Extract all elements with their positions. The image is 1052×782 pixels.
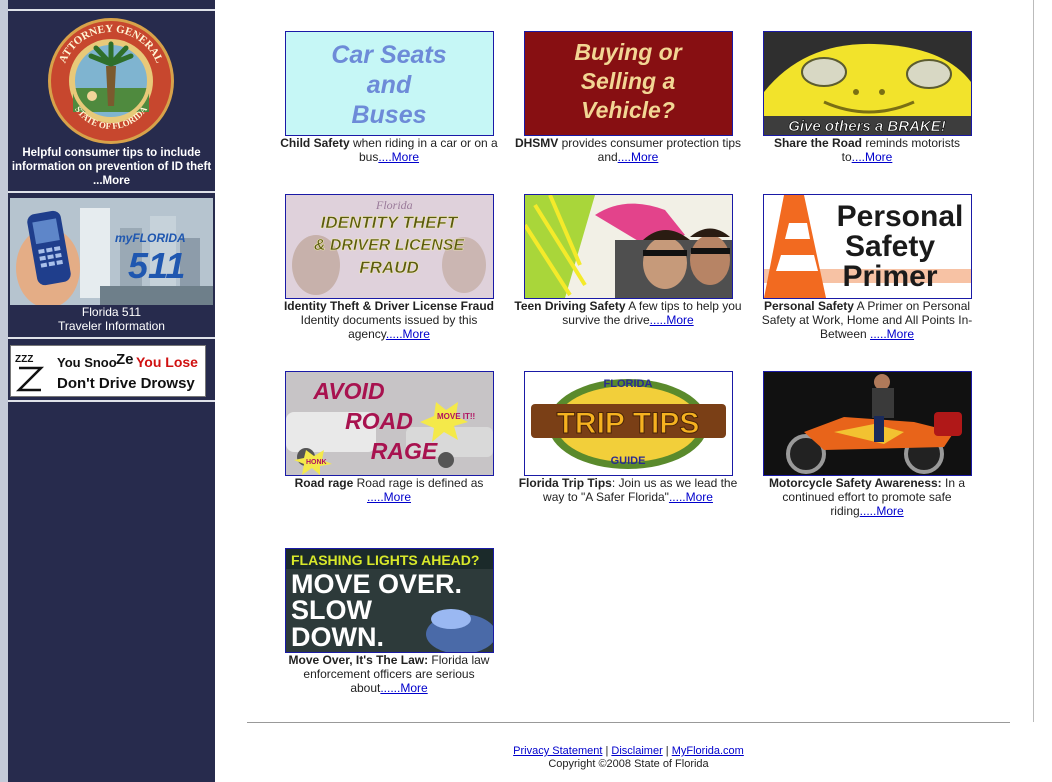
tile-text: DOWN. [291, 622, 384, 652]
tile-text: FRAUD [359, 258, 419, 277]
caption-text: Road rage is defined as [353, 476, 484, 490]
more-link-share-road[interactable]: ....More [852, 150, 893, 164]
tile-text: IDENTITY THEFT [321, 213, 459, 232]
caption-text: when riding in a car or on a bus [349, 136, 498, 164]
caption-share-road: Share the Road reminds motorists to....M… [752, 136, 982, 164]
more-link-trip-tips[interactable]: .....More [669, 490, 713, 504]
tile-small-text: HONK [306, 459, 327, 466]
privacy-statement-link[interactable]: Privacy Statement [513, 745, 602, 757]
ag-caption: Helpful consumer tips to include informa… [11, 147, 212, 173]
more-link-move-over[interactable]: ......More [380, 681, 427, 695]
sidebar-divider [8, 337, 215, 339]
caption-bold: Child Safety [280, 136, 350, 150]
sidebar-divider [8, 191, 215, 193]
caption-dhsmv: DHSMV provides consumer protection tips … [513, 136, 743, 164]
tile-teen-driving[interactable] [524, 194, 733, 299]
content-right-border [1033, 0, 1034, 722]
tile-text: ROAD [345, 408, 413, 434]
tile-text: TRIP TIPS [557, 407, 700, 440]
caption-motorcycle: Motorcycle Safety Awareness: In a contin… [752, 476, 982, 518]
caption-bold: DHSMV [514, 136, 559, 150]
tile-text: Buses [351, 101, 426, 129]
fl511-caption: Florida 511 Traveler Information [8, 305, 215, 333]
sidebar-divider [8, 400, 215, 402]
more-link-road-rage[interactable]: .....More [367, 490, 411, 504]
caption-trip-tips: Florida Trip Tips: Join us as we lead th… [513, 476, 743, 504]
caption-bold: Personal Safety [763, 299, 854, 313]
caption-bold: Teen Driving Safety [514, 299, 626, 313]
caption-teen-driving: Teen Driving Safety A few tips to help y… [513, 299, 743, 327]
tile-text: Buying or [574, 39, 682, 65]
caption-child-safety: Child Safety when riding in a car or on … [274, 136, 504, 164]
tile-small-text: Florida [375, 198, 413, 212]
tile-text: Give others a BRAKE! [788, 118, 946, 135]
snooze-line1-b: Ze [116, 351, 134, 368]
snooze-line2: Don't Drive Drowsy [57, 375, 195, 392]
tile-text: RAGE [371, 438, 438, 464]
fl511-number: 511 [128, 245, 185, 286]
tile-text: Personal [837, 200, 964, 233]
ag-caption-block: Helpful consumer tips to include informa… [8, 146, 215, 188]
tile-text: FLASHING LIGHTS AHEAD? [291, 552, 479, 568]
fl511-subtitle: Traveler Information [58, 319, 165, 333]
copyright: Copyright ©2008 State of Florida [548, 758, 709, 770]
tile-small-text: GUIDE [611, 455, 646, 467]
tile-small-text: MOVE IT!! [437, 412, 475, 421]
caption-bold: Road rage [294, 476, 354, 490]
more-link-dhsmv[interactable]: ....More [618, 150, 659, 164]
fl511-banner-text: myFLORIDA [115, 231, 186, 245]
fl511-title: Florida 511 [81, 305, 142, 319]
caption-bold: Identity Theft & Driver License Fraud [283, 299, 495, 313]
more-link-child-safety[interactable]: ....More [378, 150, 419, 164]
tile-text: and [367, 71, 412, 99]
footer-separator: | [662, 745, 672, 757]
tile-personal-safety[interactable]: Personal Safety Primer [763, 194, 972, 299]
caption-bold: Motorcycle Safety Awareness: [768, 476, 942, 490]
florida-511-banner[interactable]: myFLORIDA 511 [10, 198, 213, 305]
snooze-z: ZZZ [15, 354, 33, 365]
sidebar-divider [8, 9, 215, 11]
tile-identity-theft[interactable]: Florida IDENTITY THEFT & DRIVER LICENSE … [285, 194, 494, 299]
caption-road-rage: Road rage Road rage is defined as .....M… [274, 476, 504, 504]
tile-text: & DRIVER LICENSE [314, 237, 466, 254]
caption-bold: Share the Road [773, 136, 862, 150]
tile-road-rage[interactable]: MOVE IT!! HONK AVOID ROAD RAGE [285, 371, 494, 476]
tile-motorcycle-safety[interactable] [763, 371, 972, 476]
drowsy-driving-banner[interactable]: ZZZ You Snoo Ze You Lose Don't Drive Dro… [10, 345, 206, 397]
left-edge-strip [0, 0, 8, 782]
tile-text: SLOW [291, 595, 373, 625]
tile-move-over[interactable]: FLASHING LIGHTS AHEAD? MOVE OVER. SLOW D… [285, 548, 494, 653]
caption-bold: Move Over, It's The Law: [288, 653, 429, 667]
myflorida-link[interactable]: MyFlorida.com [672, 745, 744, 757]
tile-text: Safety [845, 230, 935, 263]
caption-move-over: Move Over, It's The Law: Florida law enf… [274, 653, 504, 695]
tile-car-seats[interactable]: Car Seats and Buses [285, 31, 494, 136]
more-link-personal-safety[interactable]: .....More [870, 327, 914, 341]
footer-divider [247, 722, 1010, 723]
tile-share-the-road[interactable]: Give others a BRAKE! [763, 31, 972, 136]
attorney-general-seal[interactable]: ATTORNEY GENERAL STATE OF FLORIDA [46, 16, 176, 146]
tile-text: Selling a [581, 68, 676, 94]
tile-text: AVOID [312, 378, 384, 404]
ag-more-link[interactable]: ...More [93, 175, 130, 187]
more-link-identity-theft[interactable]: .....More [386, 327, 430, 341]
tile-text: Vehicle? [581, 97, 675, 123]
footer: Privacy Statement | Disclaimer | MyFlori… [247, 745, 1010, 771]
tile-buying-vehicle[interactable]: Buying or Selling a Vehicle? [524, 31, 733, 136]
snooze-line1-c: You Lose [136, 354, 198, 370]
tile-text: Car Seats [331, 41, 446, 69]
disclaimer-link[interactable]: Disclaimer [611, 745, 662, 757]
caption-personal-safety: Personal Safety A Primer on Personal Saf… [752, 299, 982, 341]
more-link-teen-driving[interactable]: .....More [650, 313, 694, 327]
tile-text: Primer [842, 260, 937, 293]
caption-bold: Florida Trip Tips [518, 476, 612, 490]
tile-small-text: FLORIDA [604, 378, 653, 390]
sidebar: ATTORNEY GENERAL STATE OF FLORIDA Helpfu… [8, 0, 215, 782]
tile-florida-trip-tips[interactable]: FLORIDA TRIP TIPS GUIDE [524, 371, 733, 476]
snooze-line1-a: You Snoo [57, 355, 117, 370]
caption-identity-theft: Identity Theft & Driver License Fraud Id… [274, 299, 504, 341]
more-link-motorcycle[interactable]: .....More [860, 504, 904, 518]
